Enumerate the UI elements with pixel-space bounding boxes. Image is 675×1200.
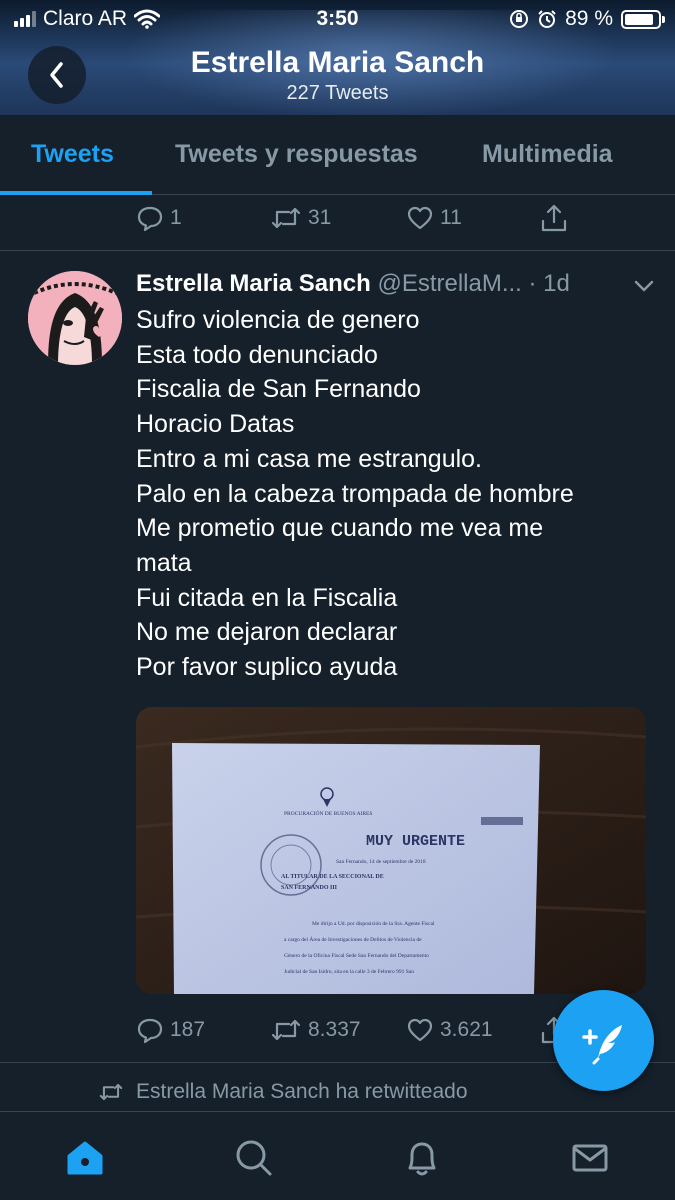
profile-name-title: Estrella Maria Sanch [190, 46, 485, 79]
chevron-down-icon[interactable] [632, 274, 656, 298]
tweet-line: Entro a mi casa me estrangulo. [136, 444, 482, 473]
tab-media[interactable]: Multimedia [482, 140, 613, 169]
compose-tweet-button[interactable] [553, 990, 654, 1091]
tweet-line: Horacio Datas [136, 410, 295, 439]
doc-recipient-1: AL TITULAR DE LA SECCIONAL DE [281, 874, 384, 880]
compose-feather-icon [581, 1024, 622, 1064]
heart-icon [407, 206, 433, 230]
like-button[interactable]: 3.621 [406, 1010, 493, 1050]
doc-body-line: Me dirijo a Ud. por disposición de la Sr… [312, 921, 435, 927]
author-handle[interactable]: @EstrellaM... [377, 270, 521, 297]
doc-body-line: Género de la Oficina Fiscal Sede San Fer… [284, 952, 429, 959]
active-tab-indicator [0, 191, 152, 195]
like-count: 3.621 [440, 1018, 493, 1041]
previous-tweet-actions: 1 31 11 [136, 198, 656, 238]
doc-body-line: Judicial de San Isidro, sita en la calle… [284, 969, 414, 975]
tweet-line: Fiscalia de San Fernando [136, 375, 421, 404]
tab-tweets[interactable]: Tweets [31, 140, 114, 169]
tweet-line: Por favor suplico ayuda [136, 653, 398, 682]
reply-icon [137, 206, 163, 232]
tab-tweets-and-replies[interactable]: Tweets y respuestas [175, 140, 418, 169]
retweet-notice[interactable]: Estrella Maria Sanch ha retwitteado [98, 1080, 468, 1104]
doc-header: PROCURACIÓN DE BUENOS AIRES [284, 809, 372, 817]
reply-button[interactable]: 1 [136, 198, 182, 238]
tweet-line: mata [136, 548, 192, 577]
share-button[interactable] [540, 198, 568, 238]
like-count: 11 [440, 206, 462, 229]
profile-header: Claro AR 3:50 89 % Estrella Maria Sanch … [0, 0, 675, 115]
tweet-media-image[interactable]: PROCURACIÓN DE BUENOS AIRES MUY URGENTE … [136, 707, 646, 994]
retweet-notice-text: Estrella Maria Sanch ha retwitteado [136, 1080, 468, 1103]
doc-body-line: a cargo del Área de Investigaciones de D… [284, 935, 422, 943]
retweet-count: 31 [308, 206, 332, 229]
reply-count: 1 [170, 206, 182, 229]
tweet-line: Me prometio que cuando me vea me [136, 514, 544, 543]
retweet-count: 8.337 [308, 1018, 361, 1041]
nav-search[interactable] [232, 1136, 276, 1185]
doc-urgent-stamp: MUY URGENTE [366, 833, 465, 850]
retweet-icon [271, 1019, 301, 1041]
retweet-icon [271, 207, 301, 229]
messages-icon [572, 1144, 608, 1172]
nav-messages[interactable] [568, 1136, 612, 1185]
alarm-icon [538, 10, 556, 28]
tweet-count: 227 Tweets [286, 82, 389, 104]
tweet-line: Fui citada en la Fiscalia [136, 583, 398, 612]
tweet-line: Sufro violencia de genero [136, 306, 420, 334]
home-icon [67, 1141, 103, 1175]
notifications-icon [408, 1142, 436, 1176]
author-name[interactable]: Estrella Maria Sanch [136, 270, 371, 297]
nav-home[interactable] [63, 1136, 107, 1185]
tweet-text: Sufro violencia de genero Esta todo denu… [136, 303, 646, 685]
tweet-line: No me dejaron declarar [136, 618, 398, 647]
retweet-button[interactable]: 8.337 [270, 1010, 361, 1050]
retweet-button[interactable]: 31 [270, 198, 331, 238]
doc-date: San Fernando, 14 de septiembre de 2018 [336, 859, 426, 865]
profile-tabs: Tweets Tweets y respuestas Multimedia [0, 115, 675, 195]
avatar[interactable] [28, 271, 122, 365]
avatar-illustration [28, 271, 122, 365]
reply-icon [137, 1018, 163, 1044]
retweet-icon [99, 1083, 123, 1101]
tweet-divider [0, 250, 675, 251]
tweet-header: Estrella Maria Sanch @EstrellaM... · 1d [136, 270, 656, 302]
bottom-navigation [0, 1111, 675, 1200]
reply-count: 187 [170, 1018, 206, 1041]
like-button[interactable]: 11 [406, 198, 462, 238]
rotation-lock-icon [510, 10, 529, 28]
document-photo: PROCURACIÓN DE BUENOS AIRES MUY URGENTE … [136, 707, 646, 994]
tweet-line: Esta todo denunciado [136, 340, 378, 369]
tweet-line: Palo en la cabeza trompada de hombre [136, 479, 574, 508]
share-icon [541, 204, 567, 232]
status-bar: Claro AR 3:50 89 % [0, 0, 675, 36]
search-icon [236, 1140, 272, 1176]
reply-button[interactable]: 187 [136, 1010, 205, 1050]
nav-notifications[interactable] [400, 1136, 444, 1185]
status-right: 89 % [509, 7, 665, 31]
battery-percent: 89 % [565, 7, 613, 30]
doc-recipient-2: SAN FERNANDO III [281, 885, 338, 891]
battery-icon [621, 9, 665, 29]
tweet-time[interactable]: · 1d [529, 270, 570, 297]
heart-icon [407, 1018, 433, 1042]
